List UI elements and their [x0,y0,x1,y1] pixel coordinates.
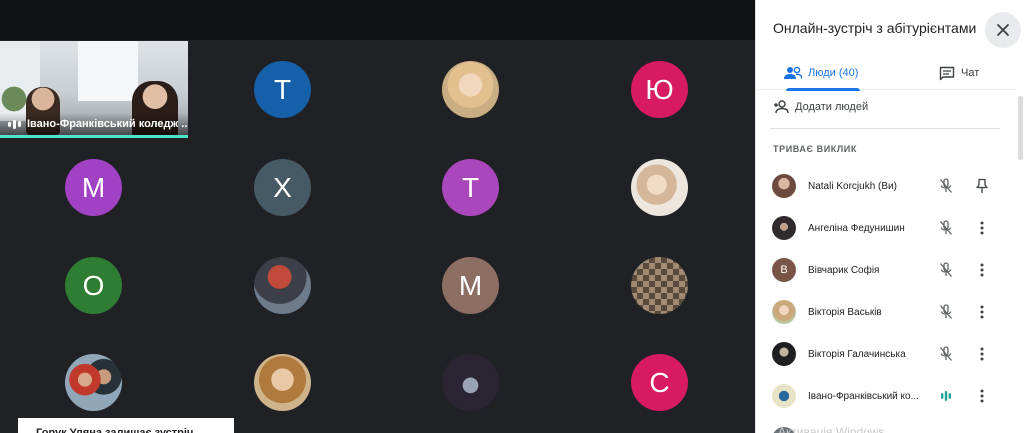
tab-people-label: Люди (40) [808,67,859,79]
mic-off-icon [936,344,956,364]
people-icon [784,66,802,80]
tab-chat-label: Чат [961,67,980,79]
close-icon [997,24,1009,36]
more-vert-icon[interactable] [972,218,992,238]
tab-people[interactable]: Люди (40) [784,56,860,91]
avatar [772,384,796,408]
participant-row[interactable]: Ангеліна Федунишин [756,210,1016,246]
participant-avatar-tile[interactable]: Ю [631,61,688,118]
more-vert-icon[interactable] [972,386,992,406]
participant-row[interactable]: Вікторія Галачинська [756,336,1016,372]
participant-row[interactable]: В Вівчарик Софія [756,252,1016,288]
participant-avatar-tile[interactable]: Х [254,159,311,216]
add-people-button[interactable]: Додати людей [773,100,868,114]
audio-active-icon [8,119,21,129]
add-person-icon [774,100,789,114]
participant-row[interactable]: Natali Korcjukh (Ви) [756,168,1016,204]
participant-row[interactable]: Івано-Франківський ко... [756,378,1016,414]
avatar-letter: Ю [645,73,674,105]
participant-name: Ангеліна Федунишин [808,222,905,234]
photo-dark-illustration[interactable] [442,354,499,411]
avatar-letter: О [82,269,105,301]
more-vert-icon[interactable] [972,302,992,322]
mic-off-icon [936,176,956,196]
avatar [772,216,796,240]
photo-woman-glasses[interactable] [254,354,311,411]
photo-couple[interactable] [65,354,122,411]
participant-avatar-tile[interactable]: О [65,257,122,314]
add-people-label: Додати людей [795,101,869,113]
avatar-letter: Т [461,171,480,203]
tab-chat[interactable]: Чат [939,56,979,90]
audio-active-icon [936,386,956,406]
participant-avatar-tile[interactable]: Т [254,61,311,118]
close-panel-button[interactable] [985,12,1021,48]
participant-name: Вікторія Галачинська [808,348,906,360]
participant-name: Natali Korcjukh (Ви) [808,180,897,192]
mic-off-icon [936,218,956,238]
leave-notification: Горук Уляна залишає зустріч [18,418,234,433]
participant-avatar-tile[interactable]: С [631,354,688,411]
avatar [772,342,796,366]
people-panel: Онлайн-зустріч з абітурієнтами Люди (40)… [755,0,1024,433]
avatar [772,174,796,198]
avatar-letter: С [649,366,670,398]
photo-anime-character[interactable] [254,257,311,314]
avatar-letter: В [780,264,788,276]
panel-title: Онлайн-зустріч з абітурієнтами [773,20,977,36]
section-heading: ТРИВАЄ ВИКЛИК [773,144,857,154]
avatar-letter: Т [273,73,292,105]
participant-avatar-tile[interactable]: М [442,257,499,314]
featured-tile-label: Івано-Франківський коледж ... [0,113,188,135]
avatar: В [772,258,796,282]
featured-video-tile[interactable]: Івано-Франківський коледж ... [0,41,188,138]
participant-name: Вівчарик Софія [808,264,880,276]
mic-off-icon [936,302,956,322]
panel-tabs: Люди (40) Чат [756,56,1016,91]
photo-girl-blonde[interactable] [442,61,499,118]
video-background [78,41,138,101]
active-tab-indicator [786,88,860,91]
avatar [772,300,796,324]
photo-girl-light[interactable] [631,159,688,216]
more-vert-icon[interactable] [972,344,992,364]
divider [770,128,1000,129]
video-grid: Івано-Франківський коледж ... Т Ю М Х Т … [0,0,755,433]
participant-avatar-tile[interactable]: М [65,159,122,216]
chat-icon [939,66,955,80]
participant-name: Івано-Франківський ко... [808,390,919,402]
participant-row[interactable]: Вікторія Васьків [756,294,1016,330]
photo-collage[interactable] [631,257,688,314]
featured-tile-name: Івано-Франківський коледж ... [27,118,188,130]
participant-name: Вікторія Васьків [808,306,882,318]
avatar-letter: М [81,171,106,203]
pin-icon[interactable] [972,176,992,196]
scrollbar-thumb[interactable] [1018,96,1023,160]
avatar-letter: Х [273,171,292,203]
participant-avatar-tile[interactable]: Т [442,159,499,216]
more-vert-icon[interactable] [972,260,992,280]
scrollbar[interactable] [1018,92,1023,433]
stage-top-bar [0,0,755,40]
mic-off-icon [936,260,956,280]
avatar-letter: М [458,269,483,301]
windows-activation-watermark: Активація Windows [778,425,885,433]
